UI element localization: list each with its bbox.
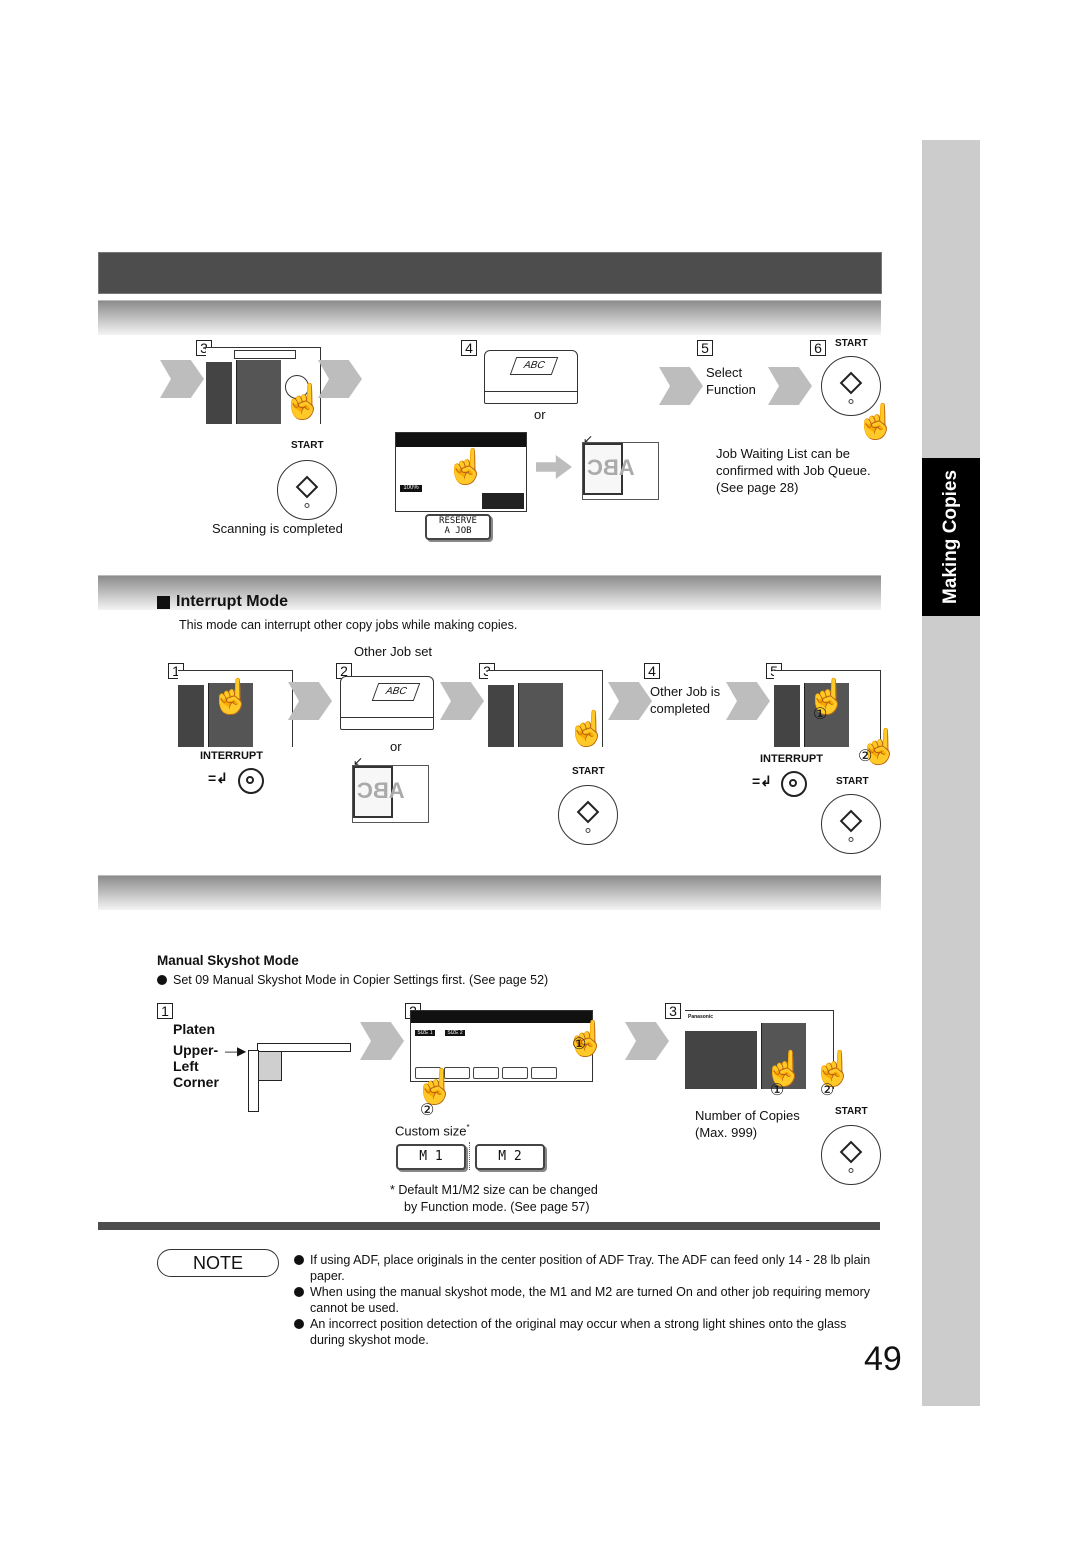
start-button-icon xyxy=(277,460,337,520)
start-label: START xyxy=(291,440,324,451)
divider xyxy=(469,1142,471,1170)
side-tab-background xyxy=(922,140,980,1406)
arrow-chevron-icon xyxy=(768,367,812,405)
arrow-chevron-icon xyxy=(318,360,362,398)
reserve-a-job-button[interactable]: RESERVE A JOB xyxy=(425,514,491,540)
or-label: or xyxy=(534,407,546,422)
other-job-set-caption: Other Job set xyxy=(354,644,433,659)
note-item: If using ADF, place originals in the cen… xyxy=(294,1252,874,1284)
interrupt-label: INTERRUPT xyxy=(760,753,823,765)
arrow-chevron-icon xyxy=(288,682,332,720)
pointing-hand-icon: ☝ xyxy=(282,383,325,421)
section-description: This mode can interrupt other copy jobs … xyxy=(179,618,518,632)
scanning-completed-caption: Scanning is completed xyxy=(212,521,343,536)
step-number: 3 xyxy=(665,1003,681,1019)
page-number: 49 xyxy=(864,1340,902,1378)
platen-caption: Platen Upper- Left Corner xyxy=(173,1021,219,1090)
side-tab-label: Making Copies xyxy=(940,469,962,605)
step-number: 6 xyxy=(810,340,826,356)
pointing-hand-icon: ☝ xyxy=(445,448,488,486)
interrupt-symbol-icon: =↲ xyxy=(208,770,228,786)
pointing-hand-icon: ☝ xyxy=(855,403,898,441)
arrow-right-icon xyxy=(536,455,572,479)
skyshot-prerequisite: Set 09 Manual Skyshot Mode in Copier Set… xyxy=(157,972,548,988)
start-button-icon xyxy=(821,1125,881,1185)
note-item: An incorrect position detection of the o… xyxy=(294,1316,874,1348)
arrow-chevron-icon xyxy=(726,682,770,720)
note-item: When using the manual skyshot mode, the … xyxy=(294,1284,874,1316)
start-label: START xyxy=(835,1106,868,1117)
step-marker-1: ① xyxy=(572,1036,587,1053)
start-label: START xyxy=(836,776,869,787)
arrow-chevron-icon xyxy=(160,360,204,398)
step-marker-1: ① xyxy=(813,706,828,723)
number-of-copies-caption: Number of Copies (Max. 999) xyxy=(695,1108,800,1140)
interrupt-button-icon xyxy=(781,771,807,797)
subsection-title: Manual Skyshot Mode xyxy=(157,953,299,968)
arrow-chevron-icon xyxy=(659,367,703,405)
pointing-hand-icon: ☝ xyxy=(414,1068,457,1106)
section-header-bar xyxy=(98,300,881,335)
original-document xyxy=(258,1051,282,1081)
start-label: START xyxy=(835,338,868,349)
step-marker-2: ② xyxy=(820,1082,835,1099)
interrupt-label: INTERRUPT xyxy=(200,750,263,762)
start-button-icon xyxy=(558,785,618,845)
step-number: 4 xyxy=(644,663,660,679)
step-marker-2: ② xyxy=(420,1102,435,1119)
section-title: Interrupt Mode xyxy=(176,593,288,610)
start-label: START xyxy=(572,766,605,777)
custom-size-caption: Custom size* xyxy=(395,1123,470,1139)
note-list: If using ADF, place originals in the cen… xyxy=(294,1252,874,1348)
section-header-bar xyxy=(98,875,881,910)
step-number: 1 xyxy=(157,1003,173,1019)
arrow-right-icon: —▶ xyxy=(225,1044,247,1058)
platen-document-illustration: ABC xyxy=(582,442,659,500)
arrow-chevron-icon xyxy=(440,682,484,720)
interrupt-symbol-icon: =↲ xyxy=(752,773,772,789)
other-job-completed-caption: Other Job is completed xyxy=(650,684,721,716)
note-label: NOTE xyxy=(157,1249,279,1277)
arrow-chevron-icon xyxy=(608,682,652,720)
interrupt-button-icon xyxy=(238,768,264,794)
arrow-chevron-icon xyxy=(360,1022,404,1060)
section-divider-bar xyxy=(98,1222,880,1230)
step-marker-2: ② xyxy=(858,748,873,765)
start-button-icon xyxy=(821,794,881,854)
section-bullet-icon xyxy=(157,596,170,609)
m2-button[interactable]: M 2 xyxy=(475,1144,545,1170)
pointing-hand-icon: ☝ xyxy=(566,710,609,748)
step-marker-1: ① xyxy=(770,1082,785,1099)
adf-illustration: ABC xyxy=(484,350,578,404)
or-label: or xyxy=(390,739,402,754)
footnote: * Default M1/M2 size can be changed by F… xyxy=(390,1183,598,1214)
adf-illustration: ABC xyxy=(340,676,434,730)
arrow-chevron-icon xyxy=(625,1022,669,1060)
page-header-bar xyxy=(98,252,882,294)
platen-document-illustration: ABC xyxy=(352,765,429,823)
select-function-caption: Select Function xyxy=(706,365,756,397)
step-number: 4 xyxy=(461,340,477,356)
step-number: 5 xyxy=(697,340,713,356)
job-queue-note: Job Waiting List can be confirmed with J… xyxy=(716,446,871,495)
m1-button[interactable]: M 1 xyxy=(396,1144,466,1170)
pointing-hand-icon: ☝ xyxy=(210,678,253,716)
